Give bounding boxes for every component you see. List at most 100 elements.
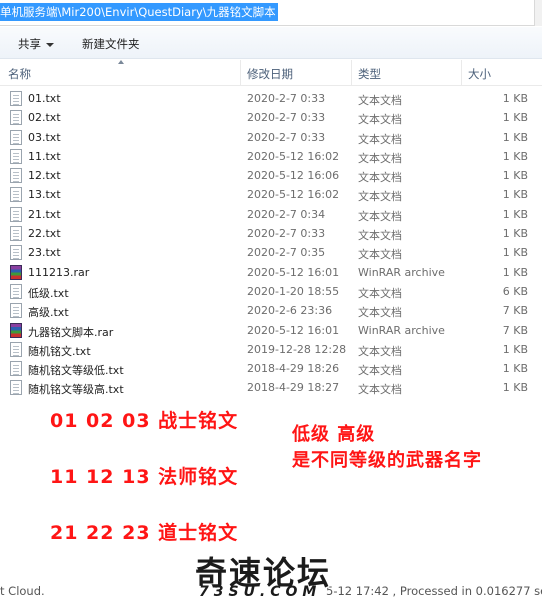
file-size: 1 KB [502, 111, 528, 125]
text-file-icon [10, 110, 22, 126]
footer-right-text: 5-12 17:42 , Processed in 0.016277 se [326, 584, 542, 598]
file-size: 7 KB [502, 304, 528, 318]
file-name: 03.txt [28, 130, 61, 144]
file-size: 6 KB [502, 284, 528, 298]
toolbar: 共享 新建文件夹 [0, 27, 542, 59]
text-file-icon [10, 380, 22, 396]
text-file-icon [10, 226, 22, 242]
new-folder-button[interactable]: 新建文件夹 [82, 36, 140, 52]
file-date: 2020-5-12 16:02 [247, 149, 340, 163]
file-name: 01.txt [28, 92, 61, 105]
file-type: WinRAR archive [358, 323, 445, 337]
column-divider[interactable] [240, 60, 241, 86]
file-row[interactable]: 高级.txt 2020-2-6 23:36 文本文档 7 KB [0, 301, 542, 320]
column-header-name[interactable]: 名称 [8, 66, 31, 82]
file-row[interactable]: 02.txt 2020-2-7 0:33 文本文档 1 KB [0, 108, 542, 127]
file-date: 2019-12-28 12:28 [247, 342, 347, 356]
watermark-logo: 奇速论坛 73SU.COM [195, 548, 355, 604]
annotation-warrior: 01 02 03 战士铭文 [50, 410, 239, 432]
file-name: 02.txt [28, 111, 61, 125]
file-type: 文本文档 [358, 286, 402, 300]
file-size: 1 KB [502, 188, 528, 202]
file-row[interactable]: 23.txt 2020-2-7 0:35 文本文档 1 KB [0, 243, 542, 262]
file-date: 2020-2-6 23:36 [247, 304, 333, 318]
annotation-taoist: 21 22 23 道士铭文 [50, 522, 239, 544]
file-type: 文本文档 [358, 151, 402, 165]
column-divider[interactable] [351, 60, 352, 86]
file-size: 1 KB [502, 246, 528, 260]
file-size: 7 KB [502, 323, 528, 337]
footer-left-text: t Cloud. [0, 584, 45, 598]
file-size: 1 KB [502, 381, 528, 395]
file-name: 11.txt [28, 149, 61, 163]
file-name: 13.txt [28, 188, 61, 202]
text-file-icon [10, 168, 22, 184]
address-path[interactable]: 单机服务端\Mir200\Envir\QuestDiary\九器铭文脚本 [0, 3, 278, 21]
file-size: 1 KB [502, 92, 528, 105]
file-date: 2020-5-12 16:06 [247, 169, 340, 183]
file-date: 2020-2-7 0:33 [247, 227, 326, 241]
text-file-icon [10, 206, 22, 222]
file-name: 21.txt [28, 207, 61, 221]
file-row[interactable]: 11.txt 2020-5-12 16:02 文本文档 1 KB [0, 147, 542, 166]
column-divider[interactable] [461, 60, 462, 86]
file-row[interactable]: 随机铭文.txt 2019-12-28 12:28 文本文档 1 KB [0, 340, 542, 359]
column-header-size[interactable]: 大小 [468, 66, 491, 82]
file-name: 高级.txt [28, 306, 69, 320]
address-bar-edge [534, 0, 542, 26]
file-name: 12.txt [28, 169, 61, 183]
file-date: 2020-5-12 16:01 [247, 265, 340, 279]
file-row[interactable]: 随机铭文等级高.txt 2018-4-29 18:27 文本文档 1 KB [0, 378, 542, 397]
chevron-down-icon [46, 42, 54, 47]
rar-archive-icon [10, 322, 22, 338]
file-date: 2018-4-29 18:26 [247, 362, 340, 376]
file-row[interactable]: 21.txt 2020-2-7 0:34 文本文档 1 KB [0, 205, 542, 224]
share-label: 共享 [18, 37, 41, 51]
file-size: 1 KB [502, 342, 528, 356]
file-date: 2018-4-29 18:27 [247, 381, 340, 395]
file-type: 文本文档 [358, 171, 402, 185]
file-date: 2020-2-7 0:33 [247, 130, 326, 144]
file-type: 文本文档 [358, 248, 402, 262]
address-bar[interactable]: 单机服务端\Mir200\Envir\QuestDiary\九器铭文脚本 [0, 0, 542, 26]
file-row[interactable]: 22.txt 2020-2-7 0:33 文本文档 1 KB [0, 224, 542, 243]
column-header-date[interactable]: 修改日期 [247, 66, 293, 82]
file-type: 文本文档 [358, 113, 402, 127]
file-date: 2020-2-7 0:35 [247, 246, 326, 260]
text-file-icon [10, 91, 22, 106]
column-header-type[interactable]: 类型 [358, 66, 381, 82]
file-date: 2020-2-7 0:33 [247, 111, 326, 125]
text-file-icon [10, 361, 22, 377]
sort-ascending-icon [118, 60, 124, 64]
file-date: 2020-1-20 18:55 [247, 284, 340, 298]
file-row[interactable]: 111213.rar 2020-5-12 16:01 WinRAR archive 1… [0, 263, 542, 282]
file-size: 1 KB [502, 207, 528, 221]
file-type: 文本文档 [358, 209, 402, 223]
file-row[interactable]: 九器铭文脚本.rar 2020-5-12 16:01 WinRAR archive 7… [0, 321, 542, 340]
file-row[interactable]: 随机铭文等级低.txt 2018-4-29 18:26 文本文档 1 KB [0, 359, 542, 378]
file-name: 随机铭文等级低.txt [28, 364, 124, 378]
file-type: 文本文档 [358, 190, 402, 204]
file-row[interactable]: 12.txt 2020-5-12 16:06 文本文档 1 KB [0, 166, 542, 185]
share-button[interactable]: 共享 [18, 36, 54, 52]
file-type: 文本文档 [358, 383, 402, 397]
text-file-icon [10, 148, 22, 164]
text-file-icon [10, 283, 22, 299]
text-file-icon [10, 303, 22, 319]
column-header-row: 名称 修改日期 类型 大小 [0, 60, 542, 86]
text-file-icon [10, 341, 22, 357]
file-size: 1 KB [502, 149, 528, 163]
file-name: 随机铭文.txt [28, 344, 91, 358]
file-size: 1 KB [502, 265, 528, 279]
text-file-icon [10, 187, 22, 203]
file-row[interactable]: 03.txt 2020-2-7 0:33 文本文档 1 KB [0, 128, 542, 147]
file-row[interactable]: 13.txt 2020-5-12 16:02 文本文档 1 KB [0, 185, 542, 204]
rar-archive-icon [10, 264, 22, 280]
annotation-grades: 低级 高级 [292, 424, 376, 445]
file-row[interactable]: 01.txt 2020-2-7 0:33 文本文档 1 KB [0, 89, 542, 108]
annotation-grades-desc: 是不同等级的武器名字 [292, 450, 482, 471]
file-size: 1 KB [502, 227, 528, 241]
file-size: 1 KB [502, 169, 528, 183]
file-row[interactable]: 低级.txt 2020-1-20 18:55 文本文档 6 KB [0, 282, 542, 301]
text-file-icon [10, 245, 22, 261]
